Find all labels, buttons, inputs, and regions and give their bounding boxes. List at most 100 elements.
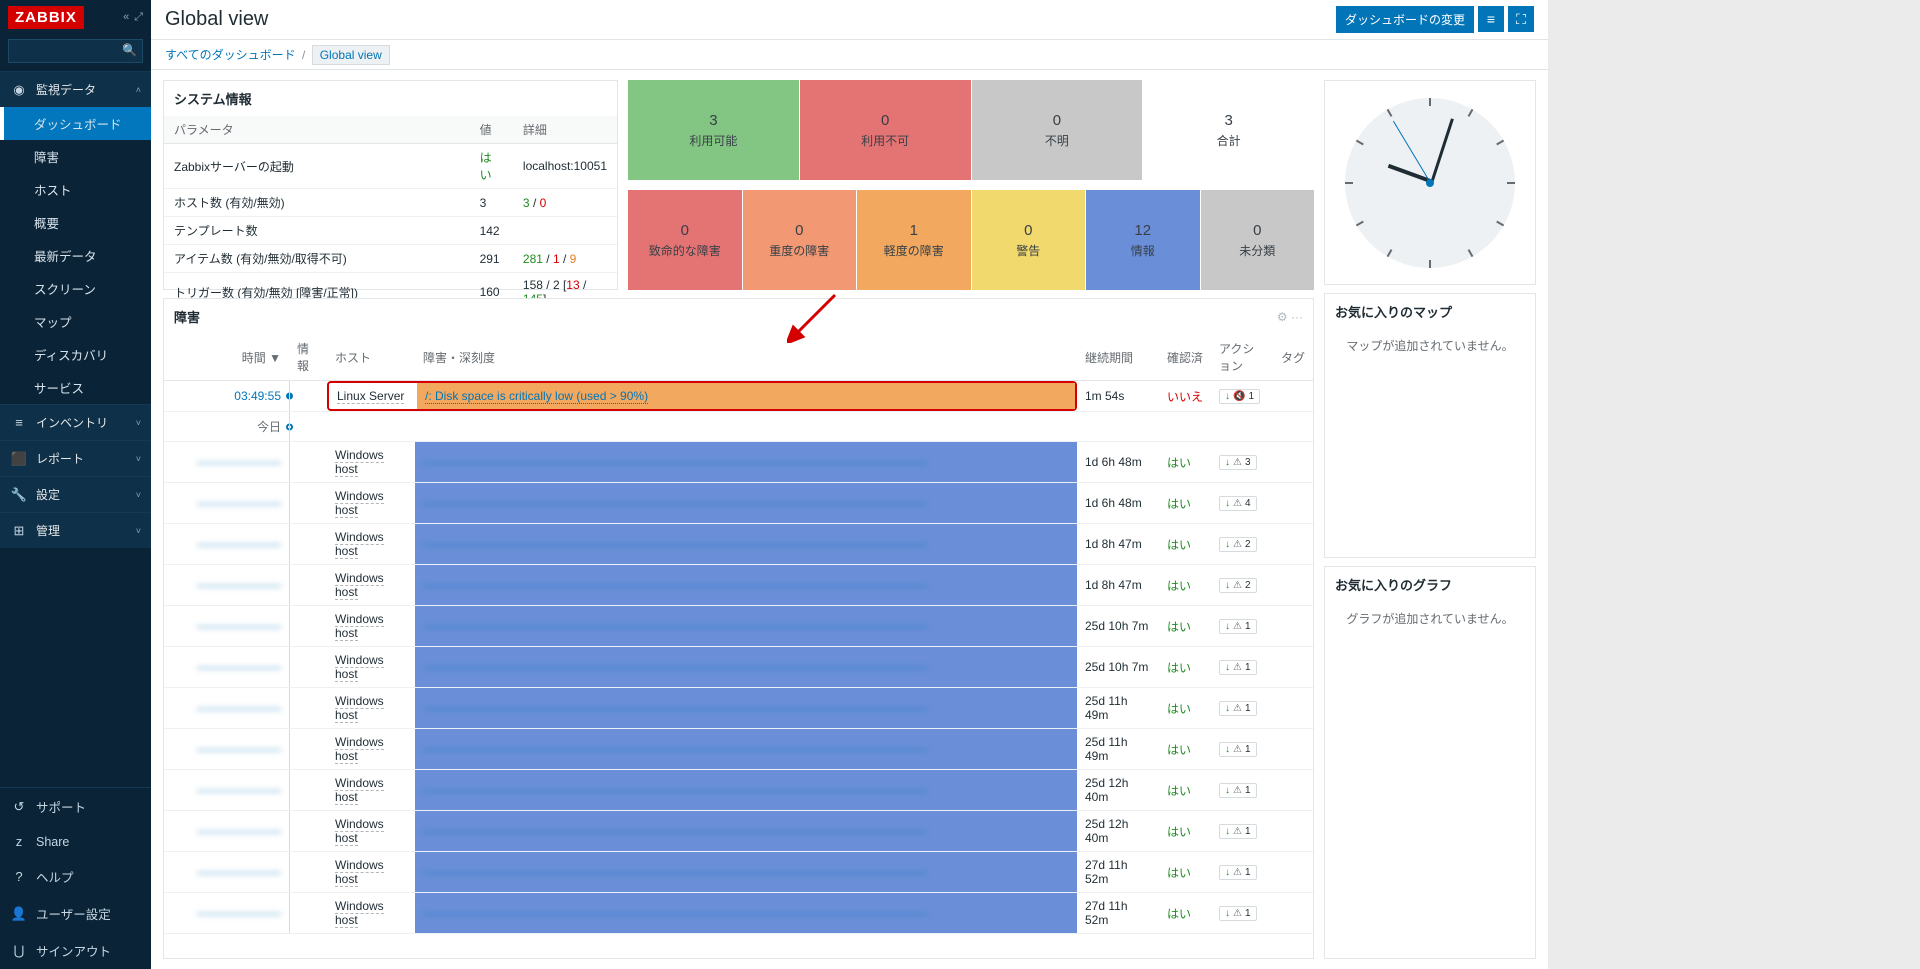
- problem-row[interactable]: ———————Windows host—————————————————————…: [164, 811, 1313, 852]
- favorite-graphs-widget: お気に入りのグラフ グラフが追加されていません。: [1324, 566, 1536, 959]
- host-link[interactable]: Windows host: [335, 694, 384, 723]
- host-link[interactable]: Windows host: [335, 735, 384, 764]
- gear-icon[interactable]: ⚙ ···: [1267, 302, 1313, 332]
- ack-link[interactable]: はい: [1159, 442, 1211, 483]
- problem-row[interactable]: ———————Windows host—————————————————————…: [164, 565, 1313, 606]
- ack-link[interactable]: はい: [1159, 729, 1211, 770]
- nav-section[interactable]: 🔧設定˅: [0, 476, 151, 512]
- fullscreen-button[interactable]: ⛶: [1508, 6, 1534, 32]
- logo[interactable]: ZABBIX: [8, 6, 84, 29]
- action-badge[interactable]: ↓🔇1: [1219, 389, 1260, 404]
- host-stat-card[interactable]: 3利用可能: [628, 80, 799, 180]
- breadcrumb-all[interactable]: すべてのダッシュボード: [165, 48, 296, 62]
- host-link[interactable]: Windows host: [335, 858, 384, 887]
- nav-section-label: 管理: [36, 522, 60, 539]
- host-link[interactable]: Windows host: [335, 653, 384, 682]
- nav-item[interactable]: サービス: [0, 371, 151, 404]
- ack-link[interactable]: はい: [1159, 647, 1211, 688]
- severity-stat-card[interactable]: 0致命的な障害: [628, 190, 742, 290]
- action-badge[interactable]: ↓⚠1: [1219, 660, 1257, 675]
- ack-link[interactable]: はい: [1159, 811, 1211, 852]
- footer-icon: ↺: [10, 799, 28, 815]
- nav-section[interactable]: ⬛レポート˅: [0, 440, 151, 476]
- footer-item[interactable]: ?ヘルプ: [0, 858, 151, 895]
- host-link[interactable]: Linux Server: [337, 389, 404, 404]
- nav-item[interactable]: ダッシュボード: [0, 107, 151, 140]
- ack-link[interactable]: はい: [1159, 524, 1211, 565]
- action-badge[interactable]: ↓⚠1: [1219, 824, 1257, 839]
- action-badge[interactable]: ↓⚠1: [1219, 865, 1257, 880]
- ack-link[interactable]: はい: [1159, 606, 1211, 647]
- problem-row[interactable]: ———————Windows host—————————————————————…: [164, 524, 1313, 565]
- host-link[interactable]: Windows host: [335, 612, 384, 641]
- host-link[interactable]: Windows host: [335, 448, 384, 477]
- severity-stat-card[interactable]: 0警告: [972, 190, 1086, 290]
- sysinfo-title: システム情報: [164, 81, 617, 116]
- host-stat-card[interactable]: 0不明: [972, 80, 1143, 180]
- host-link[interactable]: Windows host: [335, 489, 384, 518]
- ack-link[interactable]: はい: [1159, 770, 1211, 811]
- host-link[interactable]: Windows host: [335, 530, 384, 559]
- clock-widget: [1324, 80, 1536, 285]
- ack-link[interactable]: いいえ: [1159, 381, 1211, 412]
- ack-link[interactable]: はい: [1159, 852, 1211, 893]
- problem-row[interactable]: ———————Windows host—————————————————————…: [164, 647, 1313, 688]
- sysinfo-value: 3: [470, 189, 513, 217]
- action-badge[interactable]: ↓⚠1: [1219, 742, 1257, 757]
- host-link[interactable]: Windows host: [335, 899, 384, 928]
- ack-link[interactable]: はい: [1159, 565, 1211, 606]
- problem-row[interactable]: ———————Windows host—————————————————————…: [164, 893, 1313, 934]
- problem-row[interactable]: ———————Windows host—————————————————————…: [164, 729, 1313, 770]
- ack-link[interactable]: はい: [1159, 688, 1211, 729]
- host-stat-card[interactable]: 3合計: [1143, 80, 1314, 180]
- action-badge[interactable]: ↓⚠1: [1219, 906, 1257, 921]
- nav-item[interactable]: スクリーン: [0, 272, 151, 305]
- host-stat-card[interactable]: 0利用不可: [800, 80, 971, 180]
- problem-row[interactable]: ———————Windows host—————————————————————…: [164, 770, 1313, 811]
- action-badge[interactable]: ↓⚠3: [1219, 455, 1257, 470]
- nav-section[interactable]: ⊞管理˅: [0, 512, 151, 548]
- action-badge[interactable]: ↓⚠1: [1219, 619, 1257, 634]
- breadcrumb-current[interactable]: Global view: [312, 45, 390, 65]
- ack-link[interactable]: はい: [1159, 893, 1211, 934]
- expand-icon[interactable]: ⤢: [134, 11, 143, 24]
- footer-item[interactable]: ⋃サインアウト: [0, 932, 151, 969]
- menu-button[interactable]: ≡: [1478, 6, 1504, 32]
- nav-section[interactable]: ≡インベントリ˅: [0, 404, 151, 440]
- nav-item[interactable]: ホスト: [0, 173, 151, 206]
- footer-item[interactable]: ↺サポート: [0, 788, 151, 825]
- action-badge[interactable]: ↓⚠2: [1219, 537, 1257, 552]
- severity-stat-card[interactable]: 0重度の障害: [743, 190, 857, 290]
- search-icon[interactable]: 🔍: [122, 43, 137, 57]
- action-badge[interactable]: ↓⚠1: [1219, 701, 1257, 716]
- severity-stat-card[interactable]: 1軽度の障害: [857, 190, 971, 290]
- breadcrumb: すべてのダッシュボード / Global view: [151, 40, 1548, 70]
- footer-icon: 👤: [10, 906, 28, 922]
- nav-item[interactable]: 障害: [0, 140, 151, 173]
- problem-row[interactable]: ———————Windows host—————————————————————…: [164, 442, 1313, 483]
- nav-item[interactable]: マップ: [0, 305, 151, 338]
- action-badge[interactable]: ↓⚠2: [1219, 578, 1257, 593]
- problem-row[interactable]: ———————Windows host—————————————————————…: [164, 483, 1313, 524]
- nav-item[interactable]: 最新データ: [0, 239, 151, 272]
- severity-stat-card[interactable]: 0未分類: [1201, 190, 1315, 290]
- host-link[interactable]: Windows host: [335, 571, 384, 600]
- host-link[interactable]: Windows host: [335, 817, 384, 846]
- collapse-icon[interactable]: «: [123, 11, 129, 24]
- nav-item[interactable]: 概要: [0, 206, 151, 239]
- problem-link[interactable]: /: Disk space is critically low (used > …: [425, 389, 648, 404]
- footer-item[interactable]: 👤ユーザー設定: [0, 895, 151, 932]
- ack-link[interactable]: はい: [1159, 483, 1211, 524]
- problem-row[interactable]: ———————Windows host—————————————————————…: [164, 606, 1313, 647]
- host-link[interactable]: Windows host: [335, 776, 384, 805]
- problem-row[interactable]: 03:49:55Linux Server/: Disk space is cri…: [164, 381, 1313, 412]
- nav-section[interactable]: ◉監視データ˄: [0, 71, 151, 107]
- action-badge[interactable]: ↓⚠1: [1219, 783, 1257, 798]
- problem-row[interactable]: ———————Windows host—————————————————————…: [164, 852, 1313, 893]
- severity-stat-card[interactable]: 12情報: [1086, 190, 1200, 290]
- action-badge[interactable]: ↓⚠4: [1219, 496, 1257, 511]
- edit-dashboard-button[interactable]: ダッシュボードの変更: [1336, 6, 1474, 33]
- problem-row[interactable]: ———————Windows host—————————————————————…: [164, 688, 1313, 729]
- footer-item[interactable]: zShare: [0, 825, 151, 858]
- nav-item[interactable]: ディスカバリ: [0, 338, 151, 371]
